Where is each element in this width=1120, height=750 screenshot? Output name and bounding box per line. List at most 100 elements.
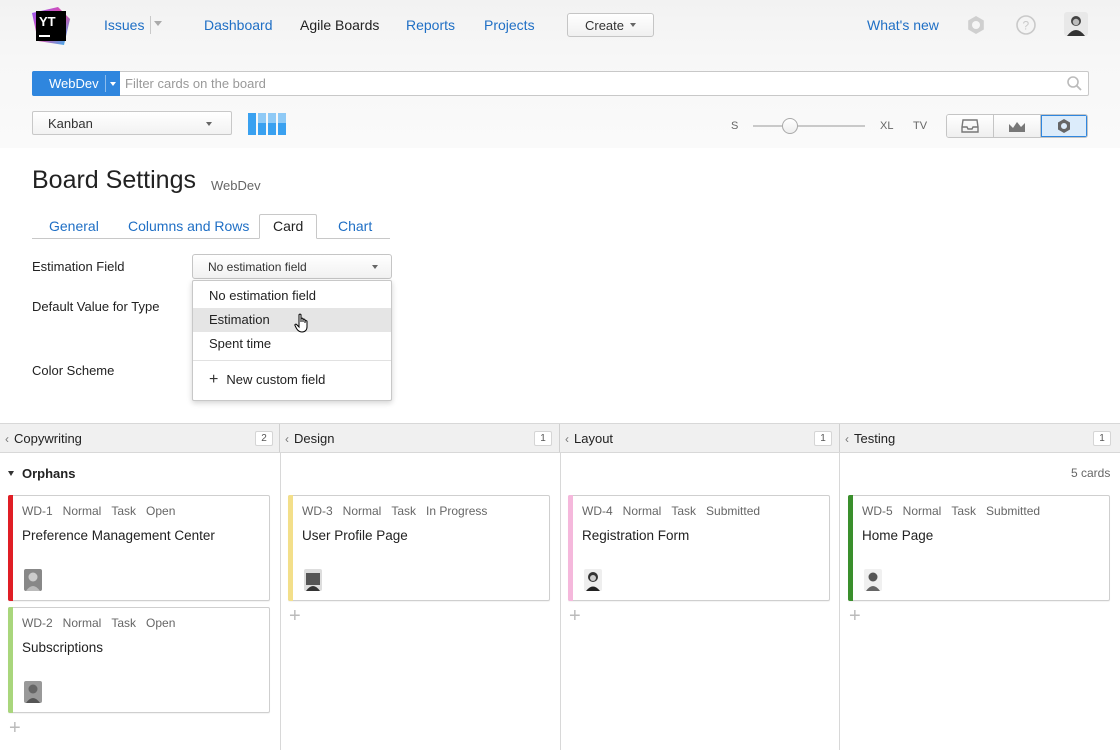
board-selector[interactable]: Kanban (32, 111, 232, 135)
board-selector-label: Kanban (48, 116, 93, 131)
card-type[interactable]: Task (671, 504, 696, 518)
card-type[interactable]: Task (111, 504, 136, 518)
tab-chart[interactable]: Chart (338, 218, 372, 234)
card-summary[interactable]: Subscriptions (22, 640, 103, 655)
column-header-testing[interactable]: ‹ Testing 1 (840, 424, 1120, 452)
nav-projects[interactable]: Projects (484, 17, 535, 33)
card-wd-5[interactable]: WD-5 Normal Task Submitted Home Page (848, 495, 1110, 601)
card-meta: WD-4 Normal Task Submitted (582, 504, 770, 518)
tab-columns-and-rows[interactable]: Columns and Rows (128, 218, 249, 234)
swimlane-header[interactable]: Orphans (8, 466, 75, 481)
chevron-left-icon[interactable]: ‹ (285, 432, 289, 446)
chevron-left-icon[interactable]: ‹ (565, 432, 569, 446)
chevron-down-icon (110, 82, 116, 86)
card-summary[interactable]: Home Page (862, 528, 933, 543)
backlog-button[interactable] (947, 115, 994, 137)
tab-card[interactable]: Card (259, 214, 318, 239)
settings-icon (1058, 119, 1070, 133)
svg-text:?: ? (1023, 19, 1030, 33)
swimlane-name: Orphans (22, 466, 76, 481)
add-card-plus-icon[interactable]: + (9, 718, 21, 738)
column-header-layout[interactable]: ‹ Layout 1 (560, 424, 840, 452)
card-type[interactable]: Task (951, 504, 976, 518)
size-label-tv[interactable]: TV (913, 120, 927, 132)
card-summary[interactable]: User Profile Page (302, 528, 408, 543)
size-label-xl: XL (880, 120, 894, 132)
help-icon[interactable]: ? (1015, 14, 1037, 36)
dropdown-option-spent-time[interactable]: Spent time (193, 332, 391, 356)
card-id[interactable]: WD-1 (22, 504, 53, 518)
gear-icon[interactable] (965, 14, 987, 36)
card-wd-1[interactable]: WD-1 Normal Task Open Preference Management… (8, 495, 270, 601)
youtrack-logo[interactable]: YT (30, 5, 72, 47)
card-priority[interactable]: Normal (63, 504, 102, 518)
card-meta: WD-3 Normal Task In Progress (302, 504, 497, 518)
assignee-avatar[interactable] (24, 681, 42, 703)
card-priority[interactable]: Normal (343, 504, 382, 518)
nav-agile-boards[interactable]: Agile Boards (300, 17, 379, 33)
add-card-plus-icon[interactable]: + (569, 606, 581, 626)
card-state[interactable]: Open (146, 616, 175, 630)
card-state[interactable]: Submitted (706, 504, 760, 518)
assignee-avatar[interactable] (584, 569, 602, 591)
chevron-down-icon (206, 122, 212, 126)
add-card-plus-icon[interactable]: + (289, 606, 301, 626)
card-priority[interactable]: Normal (63, 616, 102, 630)
settings-tabs: General Columns and Rows Card Chart (32, 214, 390, 239)
card-type[interactable]: Task (111, 616, 136, 630)
card-id[interactable]: WD-4 (582, 504, 613, 518)
assignee-avatar[interactable] (864, 569, 882, 591)
search-icon[interactable] (1066, 75, 1083, 92)
issues-dropdown-icon[interactable] (154, 21, 162, 26)
card-color-stripe (8, 495, 13, 601)
hand-cursor-icon (294, 313, 308, 333)
column-header-copywriting[interactable]: ‹ Copywriting 2 (0, 424, 280, 452)
tab-general[interactable]: General (49, 218, 99, 234)
whats-new-link[interactable]: What's new (867, 17, 939, 33)
card-summary[interactable]: Registration Form (582, 528, 689, 543)
card-wd-3[interactable]: WD-3 Normal Task In Progress User Profile P… (288, 495, 550, 601)
card-state[interactable]: Submitted (986, 504, 1040, 518)
dropdown-option-estimation[interactable]: Estimation (193, 308, 391, 332)
chevron-left-icon[interactable]: ‹ (845, 432, 849, 446)
estimation-dropdown-menu: No estimation field Estimation Spent tim… (192, 280, 392, 401)
column-count-badge: 1 (814, 431, 832, 446)
settings-button[interactable] (1041, 115, 1087, 137)
column-count-badge: 2 (255, 431, 273, 446)
card-id[interactable]: WD-2 (22, 616, 53, 630)
search-input[interactable] (121, 72, 1061, 95)
nav-issues[interactable]: Issues (104, 17, 144, 33)
assignee-avatar[interactable] (304, 569, 322, 591)
create-button[interactable]: Create (567, 13, 654, 37)
card-priority[interactable]: Normal (623, 504, 662, 518)
assignee-avatar[interactable] (24, 569, 42, 591)
project-selector-button[interactable]: WebDev (32, 71, 120, 96)
card-size-slider[interactable] (753, 125, 865, 127)
card-wd-4[interactable]: WD-4 Normal Task Submitted Registration For… (568, 495, 830, 601)
card-size-slider-thumb[interactable] (782, 118, 798, 134)
card-id[interactable]: WD-3 (302, 504, 333, 518)
dropdown-option-no-estimation[interactable]: No estimation field (193, 284, 391, 308)
user-avatar[interactable] (1064, 12, 1088, 36)
column-header-design[interactable]: ‹ Design 1 (280, 424, 560, 452)
project-selector-label: WebDev (49, 76, 99, 91)
dropdown-new-custom-field[interactable]: + New custom field (193, 368, 391, 392)
nav-reports[interactable]: Reports (406, 17, 455, 33)
nav-dashboard[interactable]: Dashboard (204, 17, 273, 33)
card-type[interactable]: Task (391, 504, 416, 518)
project-selector-divider (105, 75, 106, 92)
card-state[interactable]: In Progress (426, 504, 487, 518)
estimation-field-select[interactable]: No estimation field (192, 254, 392, 279)
card-priority[interactable]: Normal (903, 504, 942, 518)
card-state[interactable]: Open (146, 504, 175, 518)
chevron-left-icon[interactable]: ‹ (5, 432, 9, 446)
chart-button[interactable] (994, 115, 1041, 137)
add-card-plus-icon[interactable]: + (849, 606, 861, 626)
color-scheme-label: Color Scheme (32, 363, 115, 378)
card-summary[interactable]: Preference Management Center (22, 528, 215, 543)
card-wd-2[interactable]: WD-2 Normal Task Open Subscriptions (8, 607, 270, 713)
board-overview-icon[interactable] (248, 113, 288, 135)
new-custom-field-label: New custom field (226, 372, 326, 387)
card-id[interactable]: WD-5 (862, 504, 893, 518)
board-column-headers: ‹ Copywriting 2 ‹ Design 1 ‹ Layout 1 ‹ … (0, 423, 1120, 453)
